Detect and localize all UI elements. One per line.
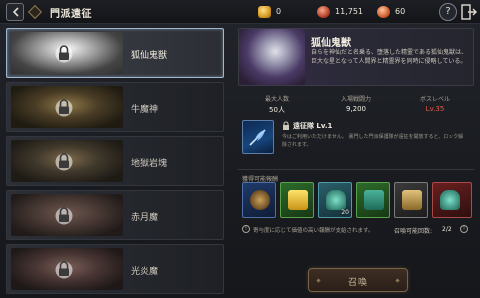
reward-item[interactable] — [394, 182, 428, 218]
stat-label: 入場戦闘力 — [340, 96, 371, 103]
stat-value: 9,200 — [345, 105, 367, 113]
beast-name: 狐仙鬼獣 — [131, 51, 168, 61]
gold-coin-icon — [258, 6, 271, 18]
info-icon[interactable]: ! — [242, 225, 250, 233]
squad-description: 今はご利用いただけません。 裏門した門派保護隊が遠征を開放すると、ロック解除され… — [282, 134, 464, 148]
feather-icon — [249, 129, 266, 146]
beast-card-bull[interactable]: 牛魔神 — [6, 82, 224, 132]
exit-button[interactable] — [461, 3, 477, 21]
detail-panel: 狐仙鬼獣 自らを神仙だと名乗る、堕落した精霊である狐仙鬼獣は、巨大な星となって人… — [238, 28, 474, 296]
ruby-icon — [317, 6, 330, 18]
squad-feather-icon[interactable] — [242, 120, 274, 154]
gold-box-icon — [288, 190, 308, 210]
beast-card-fox[interactable]: 狐仙鬼獣 — [6, 28, 224, 78]
currency-gold[interactable]: 0 — [258, 4, 308, 20]
help-button[interactable]: ? — [439, 3, 457, 21]
stat-value: 50人 — [269, 106, 285, 114]
reward-item[interactable] — [242, 182, 276, 218]
squad-title: 遠征隊 Lv.1 — [293, 122, 333, 130]
beast-name: 地獄岩塊 — [131, 159, 168, 169]
gem-icon — [377, 6, 390, 18]
stat-label: 最大人数 — [264, 96, 289, 103]
summon-count-value: 2/2 — [442, 226, 452, 233]
currency-gold-value: 0 — [276, 7, 282, 16]
jade-statue-icon — [326, 190, 346, 210]
note-row: ! 寄与度に応じて価値の高い報酬が支給されます。 召喚可能回数: 2/2 ! — [242, 225, 472, 235]
squad-lock-icon — [283, 121, 289, 130]
beast-card-flame[interactable]: 光炎魔 — [6, 244, 224, 294]
currency-gem[interactable]: 60 — [377, 4, 417, 20]
expedition-squad: 遠征隊 Lv.1 今はご利用いただけません。 裏門した門派保護隊が遠征を開放する… — [238, 118, 474, 158]
lock-icon — [55, 99, 73, 117]
stat-label: ボスレベル — [419, 96, 450, 103]
reward-item[interactable] — [280, 182, 314, 218]
boss-portrait — [239, 29, 305, 85]
reward-item[interactable] — [356, 182, 390, 218]
jade-chest-icon — [364, 190, 384, 210]
summon-label: 召喚 — [347, 278, 368, 288]
lock-icon — [55, 207, 73, 225]
reward-qty: 20 — [341, 209, 349, 216]
section-divider — [238, 169, 474, 170]
reward-item[interactable]: 20 — [318, 182, 352, 218]
lock-icon — [55, 153, 73, 171]
page-title: 門派遠征 — [50, 9, 92, 20]
exit-icon — [461, 4, 477, 20]
beast-name: 赤月魔 — [131, 213, 159, 223]
currency-ruby-value: 11,751 — [335, 7, 363, 16]
count-info-icon[interactable]: ! — [460, 225, 468, 233]
beast-name: 牛魔神 — [131, 105, 159, 115]
lock-icon — [55, 45, 73, 63]
beast-list: 狐仙鬼獣 牛魔神 地獄岩塊 赤月魔 光炎魔 — [6, 28, 226, 296]
beast-card-moon[interactable]: 赤月魔 — [6, 190, 224, 240]
boss-banner: 狐仙鬼獣 自らを神仙だと名乗る、堕落した精霊である狐仙鬼獣は、巨大な星となって人… — [238, 28, 474, 86]
jade-dragon-icon — [440, 190, 460, 210]
beast-name: 光炎魔 — [131, 267, 159, 277]
reward-note: 寄与度に応じて価値の高い報酬が支給されます。 — [253, 228, 374, 234]
expedition-emblem-icon — [27, 4, 43, 20]
currency-gem-value: 60 — [395, 7, 406, 16]
treasure-chest-icon — [402, 190, 422, 210]
ring-icon — [250, 190, 270, 210]
reward-list: 20 — [242, 182, 472, 222]
beast-card-rock[interactable]: 地獄岩塊 — [6, 136, 224, 186]
reward-item[interactable] — [432, 182, 472, 218]
summon-button[interactable]: 召喚 — [308, 268, 408, 292]
stat-value: Lv.35 — [425, 105, 445, 113]
back-button[interactable] — [6, 3, 24, 21]
boss-name: 狐仙鬼獣 — [311, 38, 351, 49]
summon-count-label: 召喚可能回数: — [394, 228, 433, 235]
boss-description: 自らを神仙だと名乗る、堕落した精霊である狐仙鬼獣は、巨大な星となって人間界と精霊… — [311, 49, 467, 65]
back-arrow-icon — [12, 7, 19, 17]
top-bar: 門派遠征 0 11,751 60 ? — [0, 0, 480, 24]
lock-icon — [55, 261, 73, 279]
